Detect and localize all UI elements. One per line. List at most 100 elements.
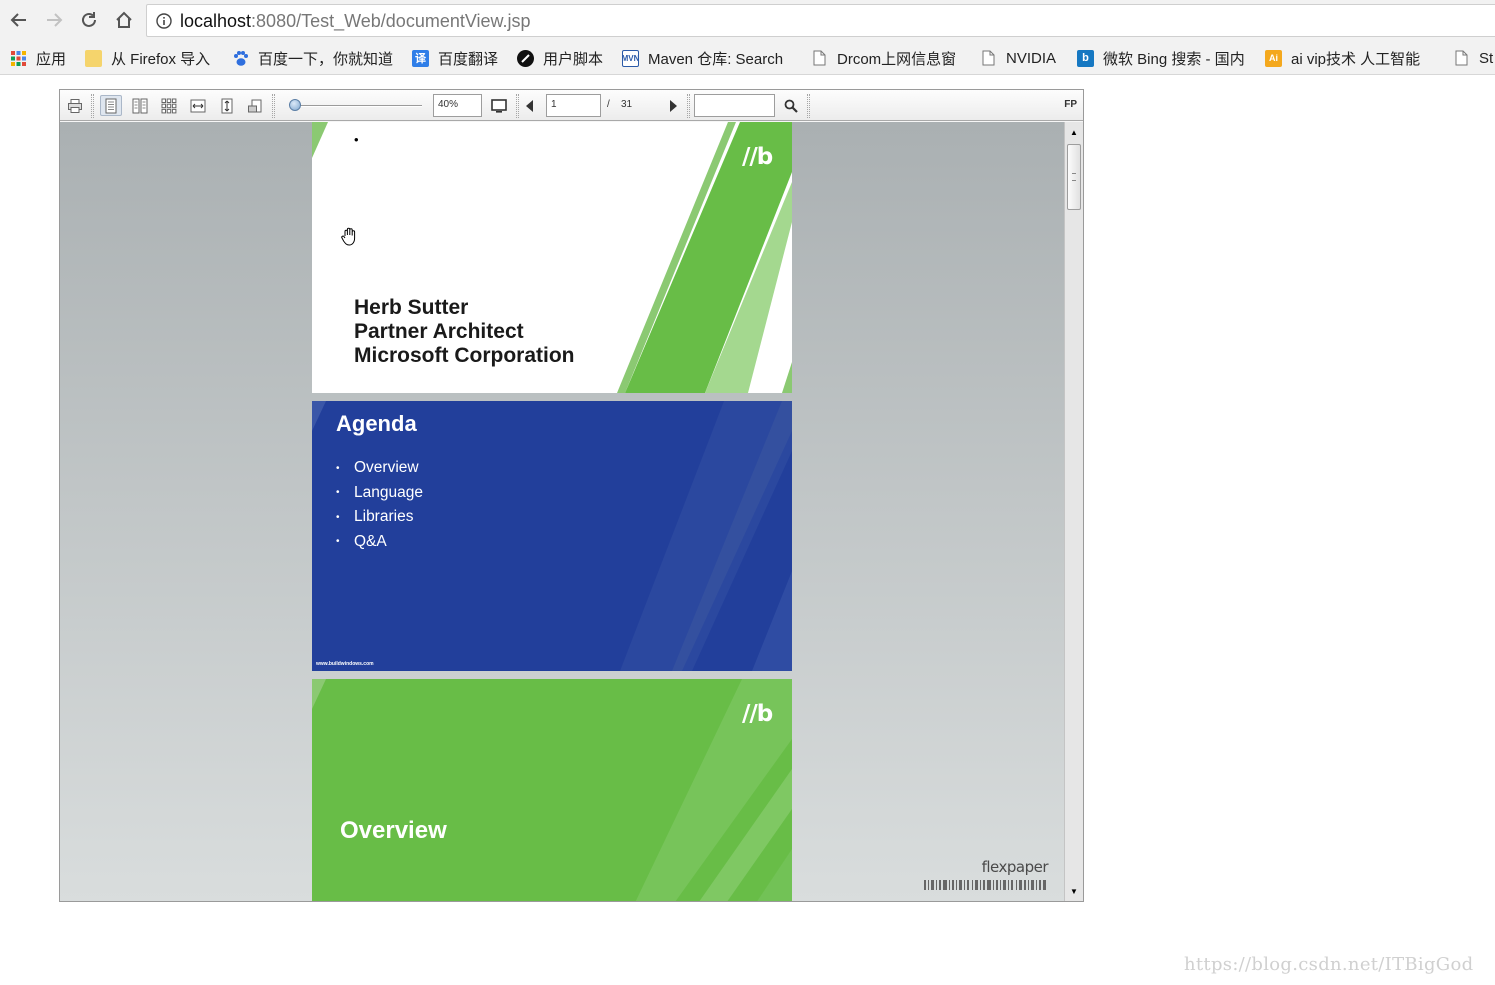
reload-button[interactable] xyxy=(77,8,101,32)
page-separator: / xyxy=(607,99,610,110)
home-icon xyxy=(116,11,132,28)
toolbar-separator xyxy=(807,94,810,118)
bookmark-label: Drcom上网信息窗 xyxy=(837,50,957,68)
build-logo: //b xyxy=(742,701,773,727)
reload-icon xyxy=(82,12,96,27)
slide-stripes-decoration xyxy=(312,679,792,901)
url-text: localhost:8080/Test_Web/documentView.jsp xyxy=(180,11,531,32)
triangle-right-icon xyxy=(670,99,677,112)
forward-arrow-icon xyxy=(47,13,63,27)
forward-button[interactable] xyxy=(42,8,66,32)
toolbar-separator xyxy=(272,94,275,118)
url-host: localhost xyxy=(180,11,252,31)
two-page-view-button[interactable] xyxy=(129,95,151,116)
page-icon xyxy=(1453,50,1470,67)
flexpaper-brand: FP xyxy=(1064,99,1077,110)
csdn-watermark: https://blog.csdn.net/ITBigGod xyxy=(1184,954,1474,975)
bookmark-firefox-import[interactable]: 从 Firefox 导入 xyxy=(85,47,210,69)
zoom-field[interactable]: 40% xyxy=(433,94,482,117)
address-bar[interactable]: localhost:8080/Test_Web/documentView.jsp xyxy=(146,4,1495,37)
maven-icon: MVN xyxy=(622,49,639,67)
bing-icon: b xyxy=(1077,49,1094,67)
bookmark-st[interactable]: St xyxy=(1453,47,1493,69)
bookmark-label: ai vip技术 人工智能 xyxy=(1291,50,1421,68)
scrollbar-grip xyxy=(1072,173,1076,181)
page-icon xyxy=(980,50,997,67)
next-page-button[interactable] xyxy=(664,95,682,116)
bookmark-userscript[interactable]: 用户脚本 xyxy=(517,47,603,69)
two-page-icon xyxy=(132,98,148,113)
bookmarks-bar: 应用 从 Firefox 导入 百度一下，你就知道 译 百度翻译 用户脚本 MV… xyxy=(0,42,1495,75)
bookmark-baidu[interactable]: 百度一下，你就知道 xyxy=(232,47,393,69)
build-logo: //b xyxy=(742,144,773,170)
agenda-list: • Overview • Language • Libraries • Q&A xyxy=(336,456,423,554)
agenda-item: • Libraries xyxy=(336,508,414,526)
magnifier-icon xyxy=(784,99,798,113)
flexpaper-viewer: 40% 1 / 31 FP //b • Herb Sutter Partner … xyxy=(59,89,1084,902)
slide-bullet: • xyxy=(354,132,359,147)
bookmark-maven[interactable]: MVN Maven 仓库: Search xyxy=(622,47,783,69)
speaker-name: Herb Sutter xyxy=(354,296,469,319)
thumbnail-grid-icon xyxy=(161,98,177,113)
agenda-title: Agenda xyxy=(336,411,417,436)
bookmark-label: 微软 Bing 搜索 - 国内 xyxy=(1103,50,1245,68)
flexpaper-watermark-text: flexpaper xyxy=(981,858,1049,876)
rotate-page-icon xyxy=(248,99,262,112)
bookmark-label: 从 Firefox 导入 xyxy=(111,50,211,68)
bookmark-drcom[interactable]: Drcom上网信息窗 xyxy=(811,47,956,69)
zoom-slider-thumb[interactable] xyxy=(289,99,301,111)
thumbnail-view-button[interactable] xyxy=(158,95,180,116)
print-button[interactable] xyxy=(64,95,86,116)
fit-width-button[interactable] xyxy=(187,95,209,116)
fit-height-icon xyxy=(221,98,233,113)
rotate-page-button[interactable] xyxy=(244,95,266,116)
bookmark-nvidia[interactable]: NVIDIA xyxy=(980,47,1056,69)
toolbar-separator xyxy=(687,94,690,118)
fit-width-icon xyxy=(190,99,206,112)
bookmark-label: 应用 xyxy=(36,50,67,68)
toolbar-separator xyxy=(516,94,519,118)
home-button[interactable] xyxy=(112,8,136,32)
agenda-item: • Overview xyxy=(336,459,419,477)
previous-page-button[interactable] xyxy=(521,95,539,116)
agenda-item: • Q&A xyxy=(336,532,387,550)
slide-page-1: //b • Herb Sutter Partner Architect Micr… xyxy=(312,122,792,393)
bookmark-label: 百度一下，你就知道 xyxy=(258,50,394,68)
printer-icon xyxy=(68,98,82,113)
slide-page-3: //b Overview xyxy=(312,679,792,901)
bookmark-baidu-translate[interactable]: 译 百度翻译 xyxy=(412,47,498,69)
single-page-icon xyxy=(105,98,117,113)
folder-icon xyxy=(85,49,102,67)
scroll-down-button[interactable]: ▼ xyxy=(1067,884,1081,898)
bookmark-apps[interactable]: 应用 xyxy=(10,47,66,69)
fullscreen-button[interactable] xyxy=(488,95,510,116)
document-area[interactable]: //b • Herb Sutter Partner Architect Micr… xyxy=(60,122,1064,901)
bookmark-ai-vip[interactable]: Ai ai vip技术 人工智能 xyxy=(1265,47,1437,69)
bookmark-label: 用户脚本 xyxy=(543,50,604,68)
viewer-toolbar: 40% 1 / 31 FP xyxy=(60,90,1083,121)
info-icon xyxy=(156,13,172,29)
zoom-slider-track[interactable] xyxy=(292,105,422,107)
back-button[interactable] xyxy=(7,8,31,32)
search-input[interactable] xyxy=(694,94,775,117)
search-button[interactable] xyxy=(780,95,802,116)
hand-cursor-icon xyxy=(341,227,356,246)
apps-grid-icon xyxy=(10,50,27,67)
page-icon xyxy=(811,50,828,67)
speaker-company: Microsoft Corporation xyxy=(354,344,575,367)
triangle-left-icon xyxy=(526,99,533,112)
bookmark-label: NVIDIA xyxy=(1006,49,1057,67)
url-path: :8080/Test_Web/documentView.jsp xyxy=(251,11,531,31)
page-number-field[interactable]: 1 xyxy=(546,94,601,117)
bookmark-bing[interactable]: b 微软 Bing 搜索 - 国内 xyxy=(1077,47,1247,69)
vertical-scrollbar[interactable]: ▲ ▼ xyxy=(1064,122,1083,901)
bookmark-label: 百度翻译 xyxy=(438,50,499,68)
fit-height-button[interactable] xyxy=(216,95,238,116)
userscript-icon xyxy=(517,49,534,67)
monitor-icon xyxy=(491,98,507,113)
scrollbar-thumb[interactable] xyxy=(1067,144,1081,210)
scroll-up-button[interactable]: ▲ xyxy=(1067,125,1081,139)
bookmark-label: St xyxy=(1479,49,1494,67)
single-page-view-button[interactable] xyxy=(100,95,122,116)
slide-page-2: Agenda • Overview • Language • Libraries • Q… xyxy=(312,401,792,671)
